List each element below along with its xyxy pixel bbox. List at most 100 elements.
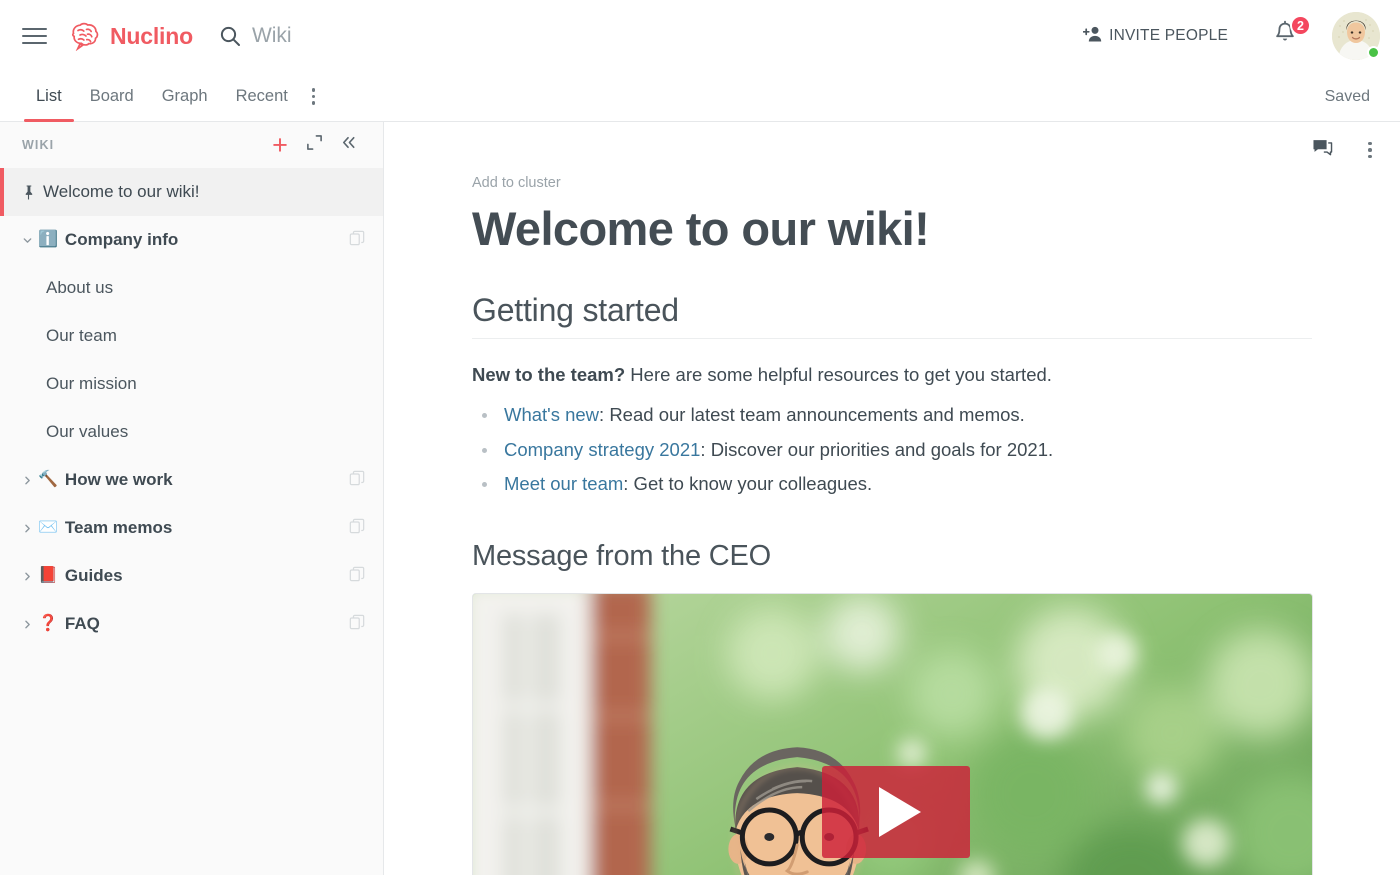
tabbar-spacer <box>325 72 1324 121</box>
tab-graph-label: Graph <box>161 87 208 105</box>
expand-sidebar-button[interactable] <box>297 128 331 162</box>
list-item-text: : Discover our priorities and goals for … <box>700 438 1054 460</box>
cluster-icon <box>349 470 365 491</box>
intro-bold-text: New to the team? <box>472 363 626 385</box>
more-vertical-icon <box>1368 141 1372 159</box>
collapse-left-icon <box>340 134 357 156</box>
tab-board[interactable]: Board <box>76 72 148 121</box>
more-vertical-icon <box>311 88 316 105</box>
heading-getting-started: Getting started <box>472 292 1312 339</box>
sidebar-item-our-team[interactable]: Our team <box>0 312 383 360</box>
sidebar-item-label: About us <box>46 278 114 297</box>
save-status: Saved <box>1324 87 1370 105</box>
question-mark-emoji-icon: ❓ <box>38 615 58 632</box>
tab-recent[interactable]: Recent <box>222 72 302 121</box>
link-company-strategy-2021[interactable]: Company strategy 2021 <box>504 439 700 460</box>
nuclino-app: Nuclino Wiki INVITE PEOPLE 2 List Board … <box>0 0 1400 875</box>
tab-graph[interactable]: Graph <box>148 72 222 121</box>
list-item: Meet our team: Get to know your colleagu… <box>474 467 1312 501</box>
sidebar-item-team-memos[interactable]: ✉️ Team memos <box>0 504 383 552</box>
list-item-text: : Get to know your colleagues. <box>623 473 873 495</box>
tab-recent-label: Recent <box>235 87 288 105</box>
bell-icon <box>1272 20 1298 51</box>
tab-more-button[interactable] <box>302 72 326 121</box>
list-item-text: : Read our latest team announcements and… <box>599 404 1025 426</box>
closed-book-emoji-icon: 📕 <box>38 567 58 584</box>
document-more-button[interactable] <box>1356 136 1384 164</box>
brand-logo[interactable]: Nuclino <box>68 21 193 52</box>
plus-icon: + <box>272 129 288 160</box>
top-bar: Nuclino Wiki INVITE PEOPLE 2 <box>0 0 1400 72</box>
hamburger-line <box>22 28 47 30</box>
play-triangle <box>879 786 921 837</box>
page-title[interactable]: Welcome to our wiki! <box>472 202 1312 256</box>
notification-badge: 2 <box>1290 15 1311 36</box>
tab-list-label: List <box>36 87 62 105</box>
person-add-icon <box>1082 25 1103 48</box>
sidebar-item-label: Welcome to our wiki! <box>43 182 200 201</box>
chevron-right-icon[interactable] <box>22 475 38 486</box>
online-status-dot <box>1367 46 1380 59</box>
cluster-icon <box>349 518 365 539</box>
sidebar-item-company-info[interactable]: ℹ️ Company info <box>0 216 383 264</box>
comments-button[interactable] <box>1308 136 1336 164</box>
chevron-right-icon[interactable] <box>22 523 38 534</box>
search-icon <box>219 25 241 47</box>
notifications-button[interactable]: 2 <box>1272 15 1311 53</box>
ceo-video-embed[interactable] <box>472 592 1313 875</box>
sidebar-item-our-mission[interactable]: Our mission <box>0 360 383 408</box>
document-toolbar <box>1308 122 1400 178</box>
document-content: Add to cluster Welcome to our wiki! Gett… <box>384 122 1400 875</box>
cluster-icon <box>349 614 365 635</box>
chevron-right-icon[interactable] <box>22 571 38 582</box>
user-menu-button[interactable] <box>1332 12 1380 60</box>
brand-name: Nuclino <box>110 22 193 49</box>
tab-list[interactable]: List <box>22 72 76 122</box>
sidebar-item-label: Guides <box>64 566 123 585</box>
info-emoji-icon: ℹ️ <box>38 231 58 248</box>
sidebar-item-label: How we work <box>64 470 173 489</box>
hamburger-icon[interactable] <box>22 23 48 49</box>
collapse-sidebar-button[interactable] <box>331 128 365 162</box>
sidebar: WIKI + Welcome to our wiki! ℹ️ Company i… <box>0 122 384 875</box>
cluster-icon <box>349 230 365 251</box>
sidebar-header: WIKI + <box>0 122 383 168</box>
link-meet-our-team[interactable]: Meet our team <box>504 473 623 494</box>
sidebar-item-label: Our mission <box>46 374 137 393</box>
search-input[interactable]: Wiki <box>219 24 292 48</box>
intro-paragraph: New to the team? Here are some helpful r… <box>472 361 1312 389</box>
hamburger-line <box>22 42 47 44</box>
add-to-cluster-button[interactable]: Add to cluster <box>472 175 561 191</box>
app-body: WIKI + Welcome to our wiki! ℹ️ Company i… <box>0 122 1400 875</box>
link-whats-new[interactable]: What's new <box>504 404 599 425</box>
hammer-emoji-icon: 🔨 <box>38 471 58 488</box>
heading-message-from-the-ceo: Message from the CEO <box>472 539 771 572</box>
sidebar-item-faq[interactable]: ❓ FAQ <box>0 600 383 648</box>
sidebar-item-welcome-to-our-wiki[interactable]: Welcome to our wiki! <box>0 168 383 216</box>
play-button-icon[interactable] <box>822 765 970 858</box>
list-item: Company strategy 2021: Discover our prio… <box>474 433 1312 467</box>
resource-list: What's new: Read our latest team announc… <box>474 398 1312 501</box>
expand-icon <box>306 134 323 156</box>
search-value: Wiki <box>251 24 292 47</box>
sidebar-title: WIKI <box>22 138 55 152</box>
add-item-button[interactable]: + <box>263 128 297 162</box>
sidebar-item-guides[interactable]: 📕 Guides <box>0 552 383 600</box>
chevron-down-icon[interactable] <box>22 235 38 246</box>
sidebar-item-label: Our values <box>46 422 129 441</box>
sidebar-item-how-we-work[interactable]: 🔨 How we work <box>0 456 383 504</box>
sidebar-item-label: Team memos <box>64 518 173 537</box>
sidebar-item-our-values[interactable]: Our values <box>0 408 383 456</box>
tab-board-label: Board <box>89 87 134 105</box>
invite-people-button[interactable]: INVITE PEOPLE <box>1082 25 1228 48</box>
document-pane: Add to cluster Welcome to our wiki! Gett… <box>384 122 1400 875</box>
invite-people-label: INVITE PEOPLE <box>1109 27 1228 44</box>
tab-bar: List Board Graph Recent Saved <box>0 72 1400 122</box>
comment-icon <box>1312 138 1333 162</box>
sidebar-item-about-us[interactable]: About us <box>0 264 383 312</box>
hamburger-line <box>22 35 47 37</box>
chevron-right-icon[interactable] <box>22 619 38 630</box>
nuclino-brain-logo-icon <box>68 21 102 52</box>
sidebar-item-label: Our team <box>46 326 117 345</box>
list-item: What's new: Read our latest team announc… <box>474 398 1312 432</box>
